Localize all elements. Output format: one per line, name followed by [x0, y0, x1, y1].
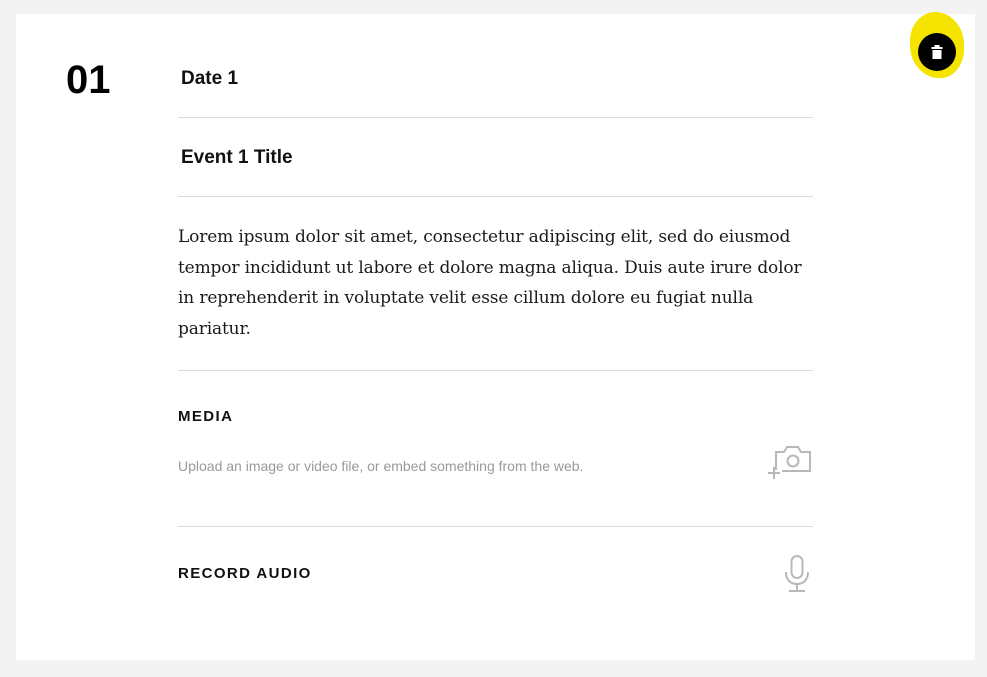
divider [178, 526, 813, 527]
record-audio-button[interactable] [782, 554, 812, 599]
add-media-button[interactable] [766, 444, 812, 487]
divider [178, 370, 813, 371]
add-photo-icon [768, 446, 811, 479]
divider [178, 117, 813, 118]
event-title-field[interactable]: Event 1 Title [178, 144, 816, 172]
record-audio-label: RECORD AUDIO [178, 565, 312, 582]
event-description-field[interactable]: Lorem ipsum dolor sit amet, consectetur … [178, 222, 813, 344]
media-label: MEDIA [178, 408, 234, 425]
media-help-text: Upload an image or video file, or embed … [178, 458, 584, 474]
event-date-field[interactable]: Date 1 [178, 65, 816, 93]
delete-event-button[interactable] [918, 33, 956, 71]
event-card: 01 Date 1 Event 1 Title Lorem ipsum dolo… [16, 12, 975, 660]
microphone-icon [785, 555, 809, 592]
trash-icon [931, 45, 943, 59]
event-number: 01 [66, 58, 111, 102]
divider [178, 196, 813, 197]
